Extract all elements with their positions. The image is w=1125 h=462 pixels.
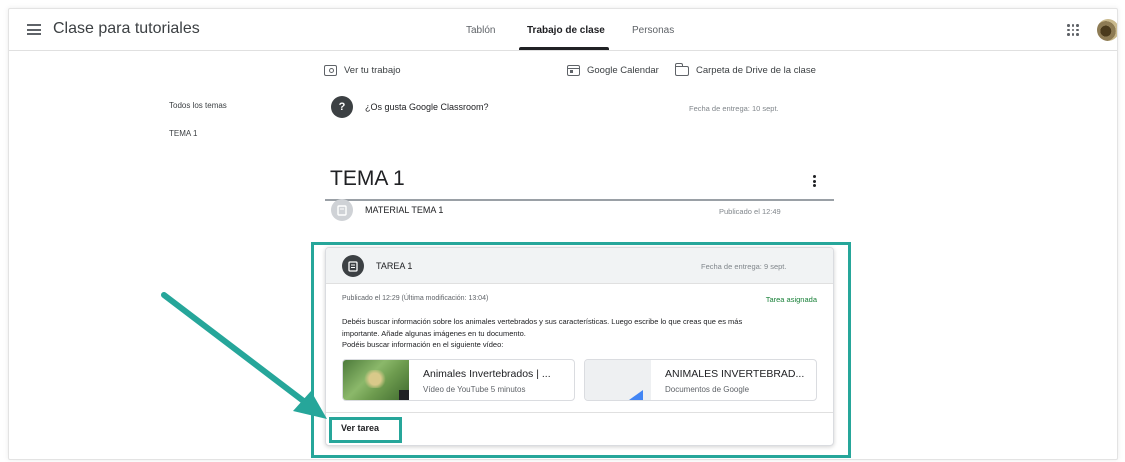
assignment-header[interactable]: TAREA 1 Fecha de entrega: 9 sept. (326, 248, 833, 284)
folder-icon (674, 63, 689, 76)
google-calendar-link[interactable]: Google Calendar (567, 65, 659, 76)
hamburger-menu-icon[interactable] (27, 24, 41, 35)
assignment-meta: Publicado el 12:29 (Última modificación:… (342, 295, 489, 302)
classroom-window: Clase para tutoriales Tablón Trabajo de … (8, 8, 1118, 460)
view-work-label: Ver tu trabajo (344, 65, 401, 76)
material-icon (331, 199, 353, 221)
top-bar: Clase para tutoriales Tablón Trabajo de … (9, 9, 1117, 51)
assignment-status: Tarea asignada (765, 295, 817, 304)
avatar[interactable] (1097, 19, 1117, 41)
active-tab-indicator (519, 47, 609, 50)
assignment-title: TAREA 1 (376, 261, 413, 271)
question-title: ¿Os gusta Google Classroom? (365, 102, 489, 112)
description-line: Podéis buscar información en el siguient… (342, 340, 504, 349)
attachment-subtitle: Documentos de Google (665, 385, 750, 394)
sidebar-item-tema-1[interactable]: TEMA 1 (169, 129, 197, 138)
question-icon: ? (331, 96, 353, 118)
drive-folder-link[interactable]: Carpeta de Drive de la clase (674, 63, 816, 76)
description-line: importante. Añade algunas imágenes en tu… (342, 328, 526, 338)
more-options-icon[interactable] (812, 175, 816, 187)
attachment-title: Animales Invertebrados | ... (423, 368, 551, 380)
material-published: Publicado el 12:49 (719, 207, 781, 216)
assignment-icon (342, 255, 364, 277)
tab-classwork[interactable]: Trabajo de clase (527, 25, 605, 36)
person-icon (324, 65, 337, 76)
google-doc-attachment[interactable]: ANIMALES INVERTEBRAD... Documentos de Go… (584, 359, 817, 401)
topic-title: TEMA 1 (330, 167, 405, 190)
assignment-card: TAREA 1 Fecha de entrega: 9 sept. Public… (325, 247, 834, 446)
attachment-subtitle: Vídeo de YouTube 5 minutos (423, 385, 526, 394)
apps-grid-icon[interactable] (1067, 24, 1079, 36)
tab-stream[interactable]: Tablón (466, 25, 495, 36)
sidebar-item-all-topics[interactable]: Todos los temas (169, 101, 227, 110)
youtube-icon (399, 390, 409, 400)
material-title: MATERIAL TEMA 1 (365, 205, 444, 215)
assignment-title-row: TAREA 1 (342, 255, 412, 277)
tab-people[interactable]: Personas (632, 25, 674, 36)
card-footer-divider (326, 412, 833, 413)
assignment-due-date: Fecha de entrega: 9 sept. (701, 262, 787, 271)
youtube-attachment[interactable]: Animales Invertebrados | ... Vídeo de Yo… (342, 359, 575, 401)
drive-folder-label: Carpeta de Drive de la clase (696, 65, 816, 76)
class-title[interactable]: Clase para tutoriales (53, 20, 200, 38)
view-your-work-link[interactable]: Ver tu trabajo (324, 65, 401, 76)
attachment-title: ANIMALES INVERTEBRAD... (665, 368, 805, 380)
view-assignment-button[interactable]: Ver tarea (341, 423, 379, 433)
doc-thumbnail (585, 360, 651, 400)
question-due-date: Fecha de entrega: 10 sept. (689, 104, 779, 113)
calendar-label: Google Calendar (587, 65, 659, 76)
description-line: Debéis buscar información sobre los anim… (342, 317, 743, 326)
calendar-icon (567, 65, 580, 76)
assignment-description: Debéis buscar información sobre los anim… (342, 316, 822, 351)
